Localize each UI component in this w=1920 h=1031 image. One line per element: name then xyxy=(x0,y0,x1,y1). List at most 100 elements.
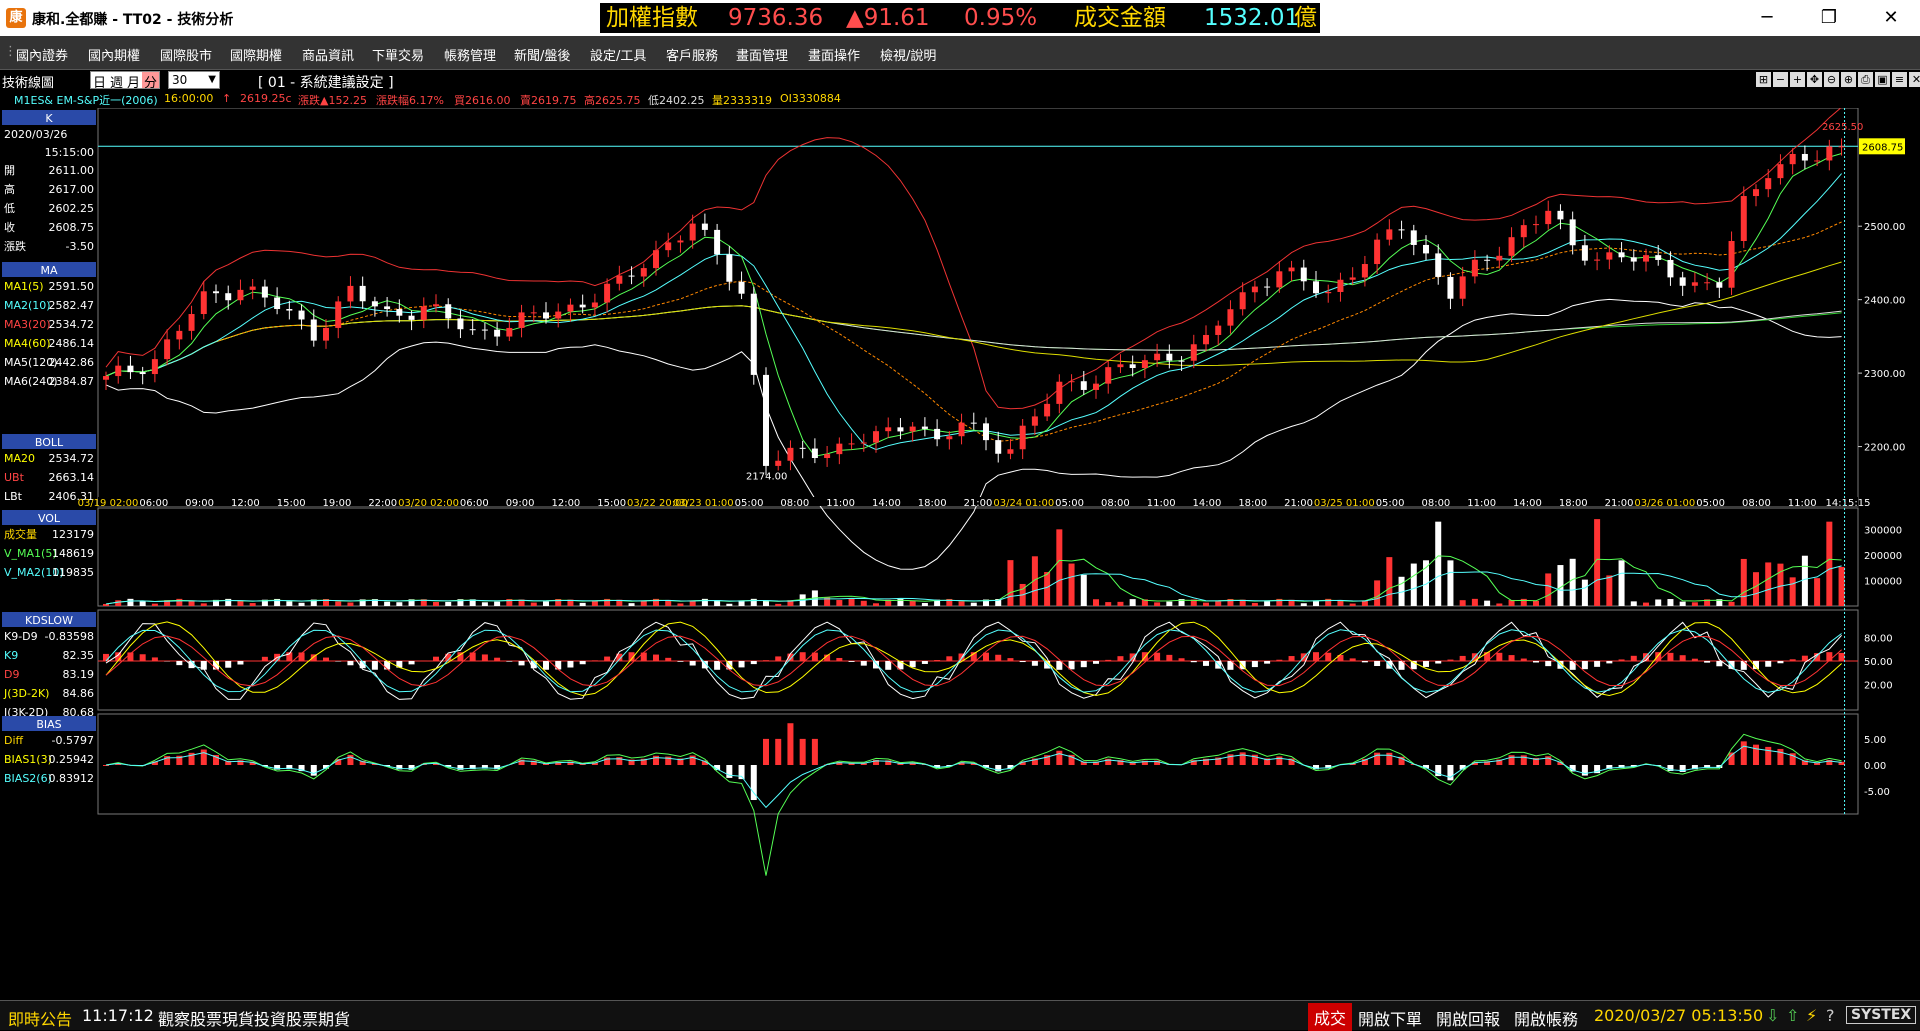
ma-panel-row-value: 2582.47 xyxy=(49,299,95,312)
menu-item-product-info[interactable]: 商品資訊 xyxy=(302,45,354,64)
kd-diff-bar xyxy=(690,661,696,666)
list-icon[interactable]: ≡ xyxy=(1892,72,1907,87)
time-tick-label: 14:00 xyxy=(872,498,901,509)
menu-item-settings[interactable]: 設定/工具 xyxy=(590,45,646,64)
quote-info-line: M1ES& EM-S&P近一(2006) 16:00:00 ↑ 2619.25c… xyxy=(0,90,1920,108)
candle-body xyxy=(274,298,280,310)
pane-frame-price xyxy=(98,108,1858,506)
menu-item-account[interactable]: 帳務管理 xyxy=(444,45,496,64)
minus-icon[interactable]: − xyxy=(1773,72,1788,87)
volume-bar xyxy=(677,603,683,606)
candle-body xyxy=(1496,256,1502,261)
period-month[interactable]: 月 xyxy=(125,72,142,88)
volume-bar xyxy=(1215,601,1221,606)
last-price-label: 2608.75 xyxy=(1862,142,1903,153)
candle-body xyxy=(1276,271,1282,287)
candle-body xyxy=(433,304,439,306)
period-minute[interactable]: 分 xyxy=(142,72,159,88)
period-week[interactable]: 週 xyxy=(108,72,125,88)
candle-body xyxy=(1790,154,1796,164)
kd-diff-bar xyxy=(1680,655,1686,661)
close-panel-icon[interactable]: ✕ xyxy=(1909,72,1920,87)
candle-body xyxy=(1020,426,1026,450)
time-tick-label: 03/26 01:00 xyxy=(1634,498,1695,509)
volume-bar xyxy=(1350,604,1356,606)
open-order-button[interactable]: 開啟下單 xyxy=(1358,1006,1422,1030)
move-icon[interactable]: ✥ xyxy=(1807,72,1822,87)
kd-diff-bar xyxy=(1117,656,1123,661)
interval-select[interactable]: 30 ▼ xyxy=(168,71,220,89)
candle-body xyxy=(1166,354,1172,361)
menu-item-screen-ops[interactable]: 畫面操作 xyxy=(808,45,860,64)
vol-panel-title: VOL xyxy=(38,512,61,525)
menu-item-screen-manage[interactable]: 畫面管理 xyxy=(736,45,788,64)
kd-diff-bar xyxy=(861,661,867,666)
candle-body xyxy=(726,254,732,281)
time-tick-label: 21:00 xyxy=(964,498,993,509)
save-icon[interactable]: ▣ xyxy=(1875,72,1890,87)
bias-bar xyxy=(1741,741,1747,765)
volume-bar xyxy=(1826,522,1832,606)
candle-body xyxy=(1557,211,1563,220)
pane-frame-vol xyxy=(98,508,1858,606)
minimize-button[interactable]: ─ xyxy=(1744,0,1790,36)
kd-diff-bar xyxy=(506,661,512,662)
bias-panel-row-label: BIAS2(6) xyxy=(4,772,52,785)
kd-diff-bar xyxy=(653,655,659,661)
plus-icon[interactable]: + xyxy=(1790,72,1805,87)
bias-tick-label: -5.00 xyxy=(1864,787,1890,798)
kd-diff-bar xyxy=(421,660,427,661)
k-panel-row-label: 低 xyxy=(4,202,15,215)
close-button[interactable]: ✕ xyxy=(1868,0,1914,36)
layout-icon[interactable]: ⊞ xyxy=(1756,72,1771,87)
menu-item-domestic-futures[interactable]: 國內期權 xyxy=(88,45,140,64)
menu-item-news[interactable]: 新聞/盤後 xyxy=(514,45,570,64)
time-tick-label: 11:00 xyxy=(1788,498,1817,509)
volume-bar xyxy=(482,602,488,606)
volume-bar xyxy=(1814,578,1820,606)
window-title: 康和.全都賺 - TT02 - 技術分析 xyxy=(32,9,233,29)
kd-diff-bar xyxy=(1790,659,1796,661)
menu-item-intl-stocks[interactable]: 國際股市 xyxy=(160,45,212,64)
open-report-button[interactable]: 開啟回報 xyxy=(1436,1006,1500,1030)
menu-item-service[interactable]: 客戶服務 xyxy=(666,45,718,64)
candle-body xyxy=(299,311,305,320)
announce-label[interactable]: 即時公告 xyxy=(8,1006,72,1030)
time-tick-label: 22:00 xyxy=(368,498,397,509)
open-account-button[interactable]: 開啟帳務 xyxy=(1514,1006,1578,1030)
candle-body xyxy=(1765,178,1771,189)
zoom-out-icon[interactable]: ⊖ xyxy=(1824,72,1839,87)
menu-item-intl-futures[interactable]: 國際期權 xyxy=(230,45,282,64)
period-day[interactable]: 日 xyxy=(91,72,108,88)
candle-body xyxy=(201,291,207,314)
menu-item-view-help[interactable]: 檢視/說明 xyxy=(880,45,936,64)
volume-bar xyxy=(299,603,305,606)
candle-body xyxy=(1264,287,1270,288)
volume-bar xyxy=(849,599,855,606)
maximize-button[interactable]: ❐ xyxy=(1806,0,1852,36)
k-panel-row-label: 高 xyxy=(4,182,15,196)
kd-diff-bar xyxy=(934,660,940,661)
quote-pct: 漲跌幅6.17% xyxy=(376,92,444,108)
volume-bar xyxy=(1301,603,1307,606)
time-tick-label: 15:00 xyxy=(277,498,306,509)
panel-label: 技術線圖 xyxy=(2,72,54,91)
candle-body xyxy=(995,440,1001,454)
technical-chart[interactable]: K2020/03/2615:15:00開2611.00高2617.00低2602… xyxy=(0,108,1920,1000)
bias-bar xyxy=(201,750,207,765)
print-icon[interactable]: ⎙ xyxy=(1858,72,1873,87)
menu-item-domestic-securities[interactable]: 國內證券 xyxy=(16,45,68,64)
ticker-index-value: 9736.36 xyxy=(728,3,823,33)
volume-bar xyxy=(445,602,451,606)
kd-diff-bar xyxy=(189,661,195,668)
time-tick-label: 11:00 xyxy=(1147,498,1176,509)
price-tick-label: 2500.00 xyxy=(1864,222,1905,233)
volume-bar xyxy=(531,603,537,606)
candle-body xyxy=(1032,416,1038,425)
volume-bar xyxy=(384,602,390,606)
candle-body xyxy=(1704,282,1710,283)
zoom-in-icon[interactable]: ⊕ xyxy=(1841,72,1856,87)
boll-panel-row-value: 2663.14 xyxy=(49,471,95,484)
menu-item-order[interactable]: 下單交易 xyxy=(372,45,424,64)
kd-diff-bar xyxy=(237,661,243,665)
